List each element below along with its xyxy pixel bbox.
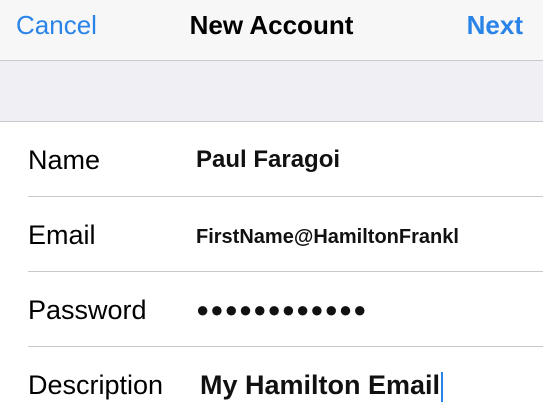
name-label: Name [28,145,101,175]
navigation-bar: Cancel New Account Next [0,0,543,61]
email-label: Email [28,220,96,250]
password-field[interactable]: ●●●●●●●●●●●● [196,294,367,326]
description-row[interactable]: Description My Hamilton Email [0,347,543,418]
name-field[interactable]: Paul Faragoi [196,144,340,176]
description-field[interactable]: My Hamilton Email [200,369,444,402]
page-title: New Account [189,10,354,40]
account-form: Name Paul Faragoi Email FirstName@Hamilt… [0,122,543,418]
name-row[interactable]: Name Paul Faragoi [0,122,543,197]
email-row[interactable]: Email FirstName@HamiltonFrankl [0,197,543,272]
description-value: My Hamilton Email [200,370,441,400]
text-cursor [441,371,444,402]
email-field[interactable]: FirstName@HamiltonFrankl [196,221,536,253]
section-spacer [0,61,543,122]
next-button[interactable]: Next [467,10,523,40]
new-account-screen: Cancel New Account Next Name Paul Farago… [0,0,543,418]
description-label: Description [28,370,164,400]
password-label: Password [28,295,147,325]
password-row[interactable]: Password ●●●●●●●●●●●● [0,272,543,347]
